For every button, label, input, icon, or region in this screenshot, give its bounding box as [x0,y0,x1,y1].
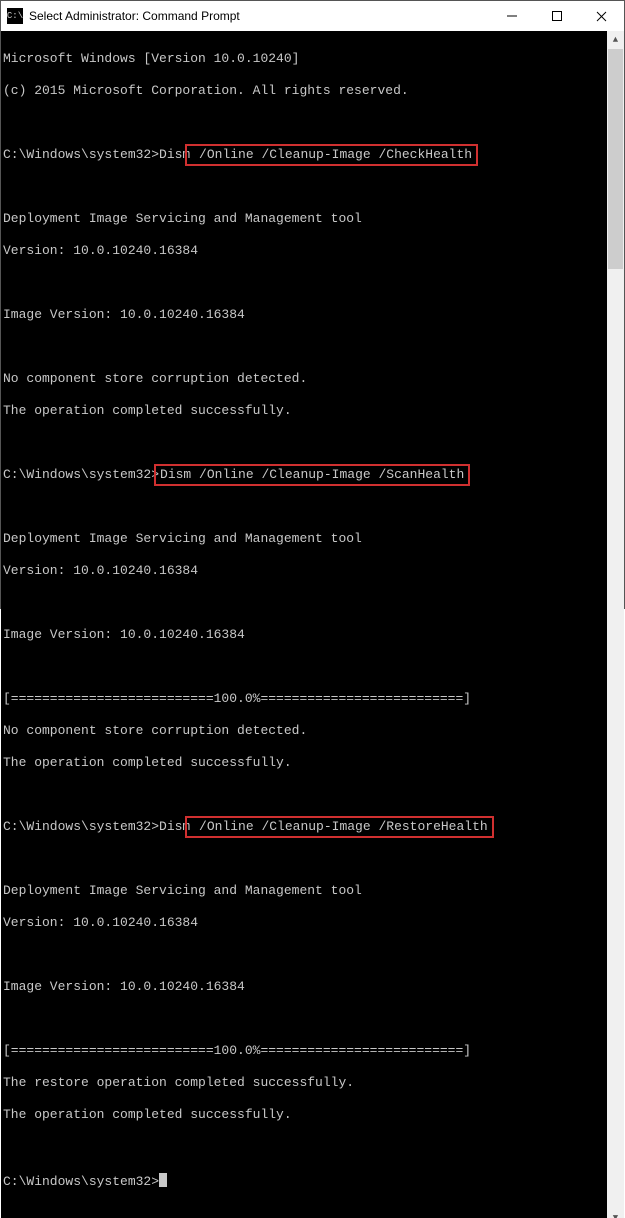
output-line: Deployment Image Servicing and Managemen… [3,883,607,899]
output-line: C:\Windows\system32>Dism /Online /Cleanu… [3,147,607,163]
output-line: The operation completed successfully. [3,403,607,419]
output-line [3,947,607,963]
output-line: No component store corruption detected. [3,371,607,387]
output-line: C:\Windows\system32>Dism /Online /Cleanu… [3,819,607,835]
prompt-text: C:\Windows\system32> [3,467,159,482]
output-line [3,1139,607,1155]
output-line: Image Version: 10.0.10240.16384 [3,627,607,643]
output-line [3,1011,607,1027]
output-line: No component store corruption detected. [3,723,607,739]
output-line: Image Version: 10.0.10240.16384 [3,307,607,323]
output-line: Image Version: 10.0.10240.16384 [3,979,607,995]
output-line: (c) 2015 Microsoft Corporation. All righ… [3,83,607,99]
highlight-checkhealth: /Online /Cleanup-Image /CheckHealth [185,144,478,166]
output-line [3,787,607,803]
minimize-button[interactable] [489,1,534,31]
output-line: Version: 10.0.10240.16384 [3,915,607,931]
scroll-up-icon[interactable]: ▲ [607,31,624,48]
output-line [3,499,607,515]
output-line [3,339,607,355]
output-line: Microsoft Windows [Version 10.0.10240] [3,51,607,67]
terminal-output[interactable]: Microsoft Windows [Version 10.0.10240] (… [1,31,607,1218]
window-title: Select Administrator: Command Prompt [29,9,240,23]
output-line: C:\Windows\system32>Dism /Online /Cleanu… [3,467,607,483]
close-button[interactable] [579,1,624,31]
highlight-scanhealth: Dism /Online /Cleanup-Image /ScanHealth [154,464,470,486]
prompt-text: C:\Windows\system32>Dism [3,819,190,834]
cursor [159,1173,167,1187]
output-line: Version: 10.0.10240.16384 [3,563,607,579]
highlight-restorehealth: /Online /Cleanup-Image /RestoreHealth [185,816,493,838]
output-line [3,115,607,131]
cmd-icon: C:\ [7,8,23,24]
scroll-down-icon[interactable]: ▼ [607,1209,624,1218]
output-line [3,851,607,867]
output-line: Deployment Image Servicing and Managemen… [3,531,607,547]
scroll-thumb[interactable] [608,49,623,269]
prompt-text: C:\Windows\system32>Dism [3,147,190,162]
output-line: The operation completed successfully. [3,755,607,771]
titlebar[interactable]: C:\ Select Administrator: Command Prompt [1,1,624,31]
maximize-button[interactable] [534,1,579,31]
output-line [3,659,607,675]
output-line: Deployment Image Servicing and Managemen… [3,211,607,227]
prompt-text: C:\Windows\system32> [3,1174,159,1189]
output-line: [==========================100.0%=======… [3,691,607,707]
output-line [3,435,607,451]
output-line [3,179,607,195]
output-line: The operation completed successfully. [3,1107,607,1123]
output-line: Version: 10.0.10240.16384 [3,243,607,259]
output-line: The restore operation completed successf… [3,1075,607,1091]
output-line: C:\Windows\system32> [3,1171,607,1190]
command-prompt-window: C:\ Select Administrator: Command Prompt… [0,0,625,609]
output-line [3,275,607,291]
output-line: [==========================100.0%=======… [3,1043,607,1059]
terminal-area: Microsoft Windows [Version 10.0.10240] (… [1,31,624,1218]
scrollbar[interactable]: ▲ ▼ [607,31,624,1218]
